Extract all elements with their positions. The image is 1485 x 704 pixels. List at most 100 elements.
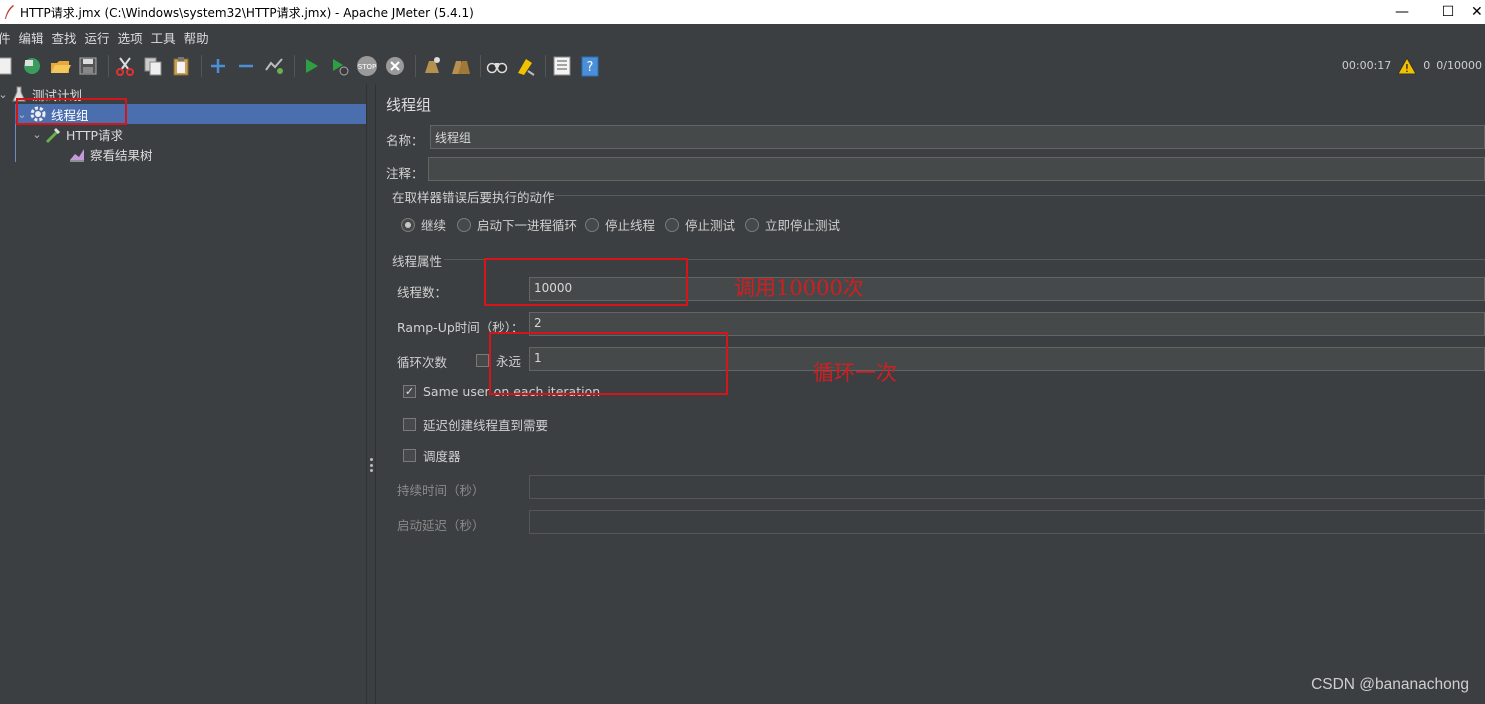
radio-next-loop[interactable]: 启动下一进程循环 (457, 215, 577, 234)
stop-icon[interactable]: STOP (355, 54, 379, 78)
radio-label: 继续 (421, 218, 447, 233)
split-pane-divider[interactable] (366, 84, 376, 704)
copy-icon[interactable] (141, 54, 165, 78)
checkmark-icon[interactable]: ✓ (403, 385, 416, 398)
menu-run[interactable]: 运行 (81, 28, 114, 47)
name-label: 名称： (386, 133, 424, 148)
annotation-loop-note: 循环一次 (813, 361, 897, 385)
tree-node-result-tree[interactable]: 察看结果树 (68, 144, 366, 164)
checkbox-label: 调度器 (423, 449, 461, 464)
checkbox-box[interactable] (403, 449, 416, 462)
templates-icon[interactable] (20, 54, 44, 78)
tree-node-http-request[interactable]: ⌄ HTTP请求 (30, 124, 366, 144)
delay-thread-creation-checkbox[interactable]: 延迟创建线程直到需要 (403, 415, 548, 434)
page-title: 线程组 (386, 96, 432, 114)
toolbar-separator (201, 54, 202, 77)
run-status: 00:00:17 ! 0 0/10000 (1339, 49, 1485, 82)
toolbar-separator (294, 54, 295, 77)
toolbar-separator (545, 54, 546, 77)
menu-file[interactable]: 件 (0, 28, 15, 47)
scheduler-checkbox[interactable]: 调度器 (403, 446, 461, 465)
svg-text:STOP: STOP (358, 63, 376, 71)
cut-icon[interactable] (113, 54, 137, 78)
menu-help[interactable]: 帮助 (180, 28, 213, 47)
menu-tools[interactable]: 工具 (147, 28, 180, 47)
duration-label: 持续时间（秒） (397, 483, 485, 498)
startup-delay-label: 启动延迟（秒） (397, 518, 485, 533)
search-icon[interactable] (485, 54, 509, 78)
group-divider (555, 195, 1485, 196)
comment-label: 注释： (386, 166, 424, 181)
chevron-down-icon[interactable]: ⌄ (30, 128, 44, 141)
chart-icon (68, 145, 86, 163)
save-icon[interactable] (76, 54, 100, 78)
radio-dot[interactable] (401, 217, 415, 232)
expand-icon[interactable] (206, 54, 230, 78)
toolbar-separator (415, 54, 416, 77)
loop-label: 循环次数 (397, 355, 448, 370)
minimize-button[interactable]: — (1379, 0, 1425, 24)
radio-stop-test-now[interactable]: 立即停止测试 (745, 215, 840, 234)
radio-label: 停止测试 (685, 218, 736, 233)
annotation-box-threads (484, 258, 688, 306)
warning-count: 0 (1423, 59, 1431, 72)
duration-field[interactable] (529, 475, 1485, 499)
radio-stop-test[interactable]: 停止测试 (665, 215, 735, 234)
start-icon[interactable] (299, 54, 323, 78)
checkbox-label: 延迟创建线程直到需要 (423, 418, 549, 433)
threads-label: 线程数： (397, 285, 448, 300)
drag-handle-icon[interactable] (370, 458, 373, 472)
thread-group-panel: 线程组 名称： 线程组 注释： 在取样器错误后要执行的动作 继续 启动下一进程循… (377, 84, 1485, 704)
menu-options[interactable]: 选项 (114, 28, 147, 47)
close-button[interactable]: ✕ (1471, 0, 1485, 24)
checkbox-box[interactable] (403, 418, 416, 431)
watermark: CSDN @bananachong (1311, 676, 1469, 693)
function-helper-icon[interactable] (550, 54, 574, 78)
toolbar-separator (480, 54, 481, 77)
menu-search[interactable]: 查找 (48, 28, 81, 47)
tree-label: 察看结果树 (90, 147, 153, 163)
radio-dot[interactable] (665, 217, 679, 232)
radio-dot[interactable] (585, 217, 599, 232)
name-field[interactable]: 线程组 (430, 125, 1485, 149)
chevron-down-icon[interactable]: ⌄ (0, 88, 10, 101)
radio-dot[interactable] (457, 217, 471, 232)
annotation-box-loop (489, 332, 728, 395)
new-icon[interactable] (0, 54, 16, 78)
toolbar-separator (108, 54, 109, 77)
toolbar: STOP ? 00:00:17 ! 0 0/10000 (0, 49, 1485, 82)
radio-continue[interactable]: 继续 (401, 215, 446, 234)
menu-edit[interactable]: 编辑 (15, 28, 48, 47)
jmeter-feather-icon (2, 4, 16, 20)
clear-all-icon[interactable] (448, 54, 472, 78)
annotation-threads-note: 调用10000次 (734, 276, 864, 300)
maximize-button[interactable]: ☐ (1425, 0, 1471, 24)
clear-icon[interactable] (420, 54, 444, 78)
radio-label: 启动下一进程循环 (477, 218, 578, 233)
annotation-box-thread-group (16, 98, 127, 125)
paste-icon[interactable] (169, 54, 193, 78)
radio-label: 立即停止测试 (765, 218, 841, 233)
svg-text:!: ! (1405, 62, 1409, 75)
start-no-pause-icon[interactable] (327, 54, 351, 78)
warning-icon[interactable]: ! (1397, 56, 1418, 75)
checkbox-box[interactable] (476, 354, 489, 367)
thread-props-group-label: 线程属性 (392, 254, 443, 269)
collapse-icon[interactable] (234, 54, 258, 78)
reset-search-icon[interactable] (513, 54, 537, 78)
help-icon[interactable]: ? (578, 54, 602, 78)
comment-field[interactable] (428, 157, 1485, 181)
startup-delay-field[interactable] (529, 510, 1485, 534)
open-icon[interactable] (48, 54, 72, 78)
test-plan-tree: ⌄ 测试计划 ⌄ 线程组 ⌄ HTTP请求 察看结果树 (0, 84, 366, 704)
thread-status: 0/10000 (1436, 59, 1482, 72)
radio-label: 停止线程 (605, 218, 656, 233)
toggle-icon[interactable] (262, 54, 286, 78)
window-title: HTTP请求.jmx (C:\Windows\system32\HTTP请求.j… (20, 5, 474, 20)
error-action-group-label: 在取样器错误后要执行的动作 (392, 190, 555, 205)
radio-stop-thread[interactable]: 停止线程 (585, 215, 655, 234)
pipette-icon (44, 125, 62, 143)
menu-bar: 件 编辑 查找 运行 选项 工具 帮助 (0, 26, 1485, 48)
shutdown-icon[interactable] (383, 54, 407, 78)
radio-dot[interactable] (745, 217, 759, 232)
